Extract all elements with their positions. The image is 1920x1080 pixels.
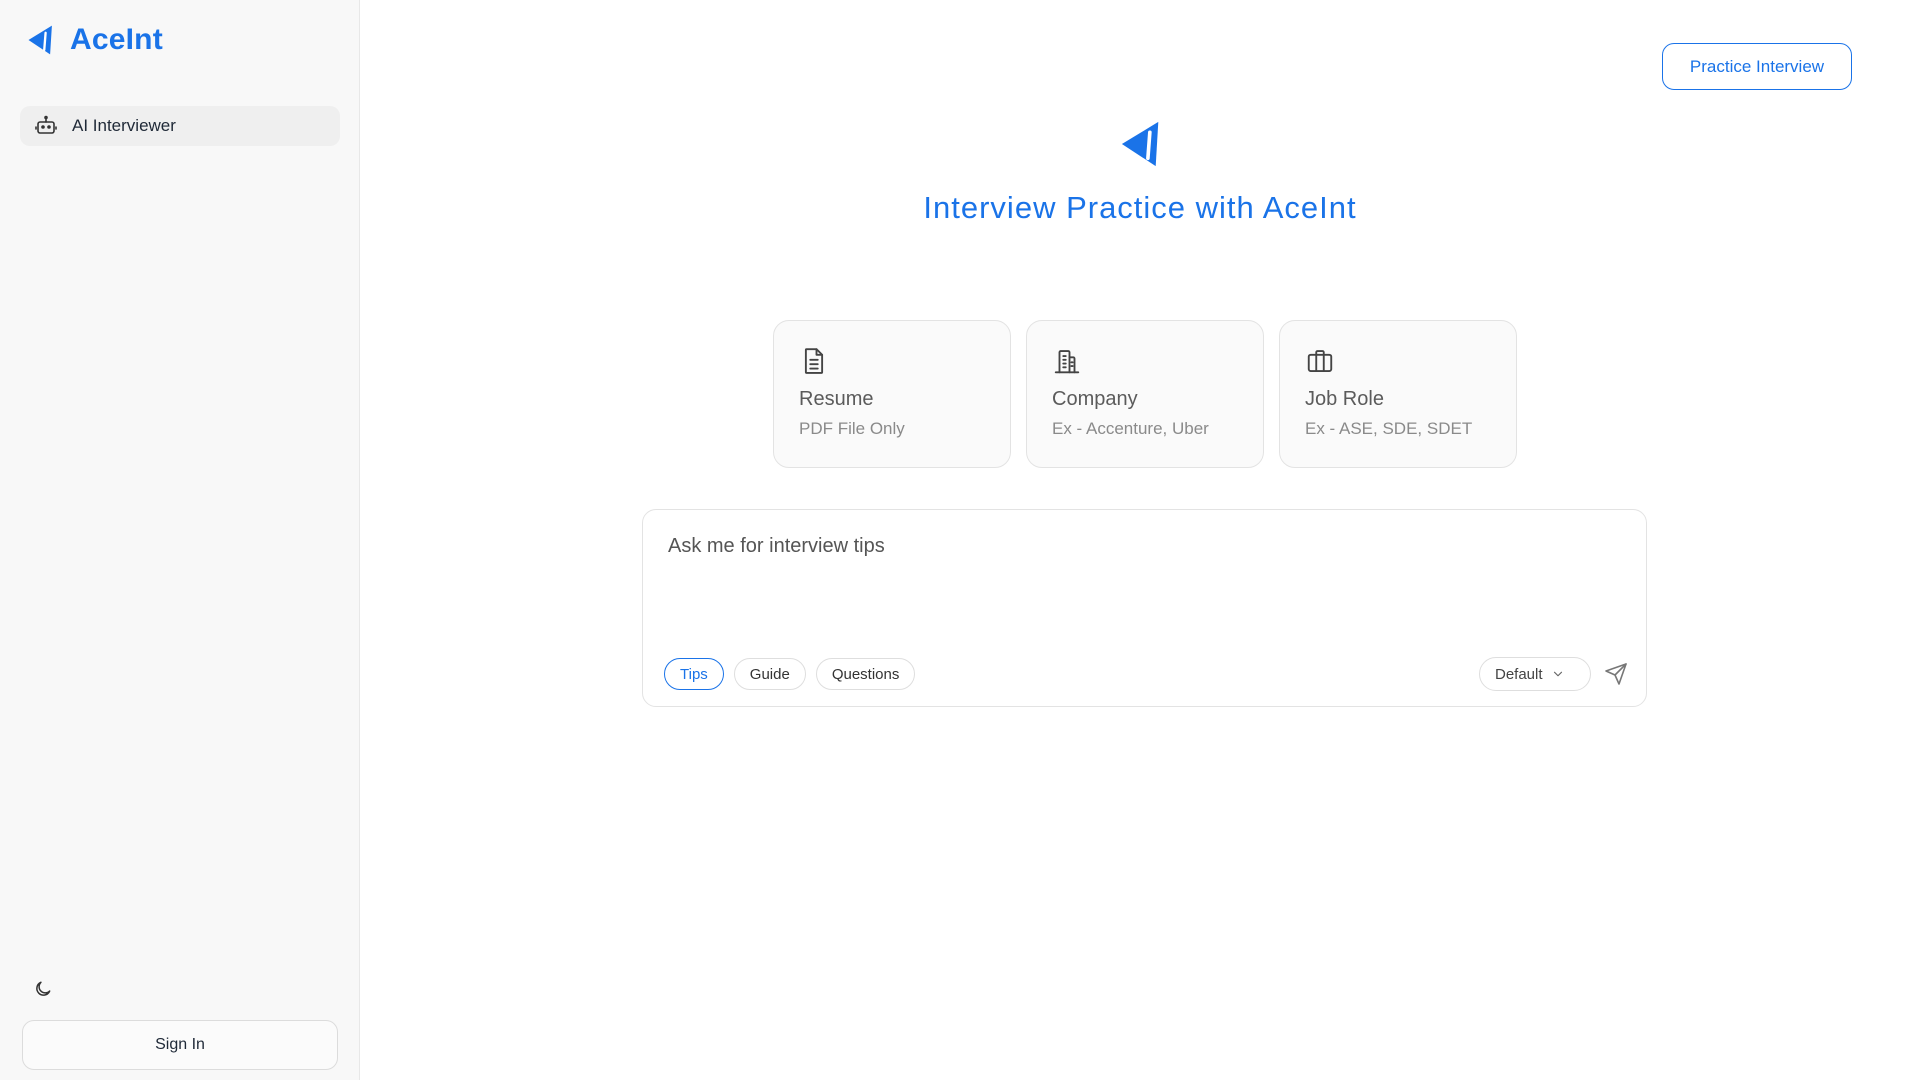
sidebar-item-label: AI Interviewer (72, 116, 176, 135)
theme-toggle-button[interactable] (30, 976, 56, 1002)
practice-interview-button[interactable]: Practice Interview (1662, 43, 1852, 90)
card-title: Company (1052, 388, 1138, 410)
aceint-logo-icon (28, 25, 52, 55)
main-content: Practice Interview Interview Practice wi… (360, 0, 1920, 1080)
robot-icon (35, 115, 57, 134)
chip-guide[interactable]: Guide (733, 658, 806, 690)
brand[interactable]: AceInt (24, 22, 163, 58)
chip-tips[interactable]: Tips (664, 658, 724, 690)
prompt-chips: Tips Guide Questions (664, 658, 916, 690)
document-icon (804, 348, 824, 374)
chip-questions[interactable]: Questions (815, 658, 916, 690)
send-button[interactable] (1601, 659, 1631, 689)
briefcase-icon (1307, 350, 1333, 372)
sign-in-button[interactable]: Sign In (22, 1020, 338, 1070)
chat-input[interactable] (668, 535, 1618, 615)
chat-composer: Tips Guide Questions Default (642, 509, 1647, 707)
aceint-logo-icon (1121, 121, 1159, 167)
card-title: Job Role (1305, 388, 1384, 410)
brand-name: AceInt (70, 23, 163, 56)
company-card[interactable]: Company Ex - Accenture, Uber (1026, 320, 1264, 468)
card-title: Resume (799, 388, 874, 410)
page-title: Interview Practice with AceInt (923, 190, 1357, 225)
sidebar: AceInt AI Interviewer Sign In (0, 0, 360, 1080)
building-icon (1054, 350, 1080, 374)
job-role-card[interactable]: Job Role Ex - ASE, SDE, SDET (1279, 320, 1517, 468)
mode-select-value: Default (1495, 665, 1543, 683)
chevron-down-icon (1553, 671, 1562, 677)
context-cards: Resume PDF File Only Company Ex - Accent… (773, 320, 1517, 468)
app-root: AceInt AI Interviewer Sign In Practice I… (0, 0, 1920, 1080)
card-subtitle: PDF File Only (799, 419, 905, 438)
mode-select[interactable]: Default (1479, 657, 1591, 691)
card-subtitle: Ex - Accenture, Uber (1052, 419, 1209, 438)
moon-icon (36, 981, 51, 996)
resume-card[interactable]: Resume PDF File Only (773, 320, 1011, 468)
card-subtitle: Ex - ASE, SDE, SDET (1305, 419, 1473, 438)
send-icon (1605, 663, 1627, 685)
sidebar-item-ai-interviewer[interactable]: AI Interviewer (20, 106, 340, 146)
